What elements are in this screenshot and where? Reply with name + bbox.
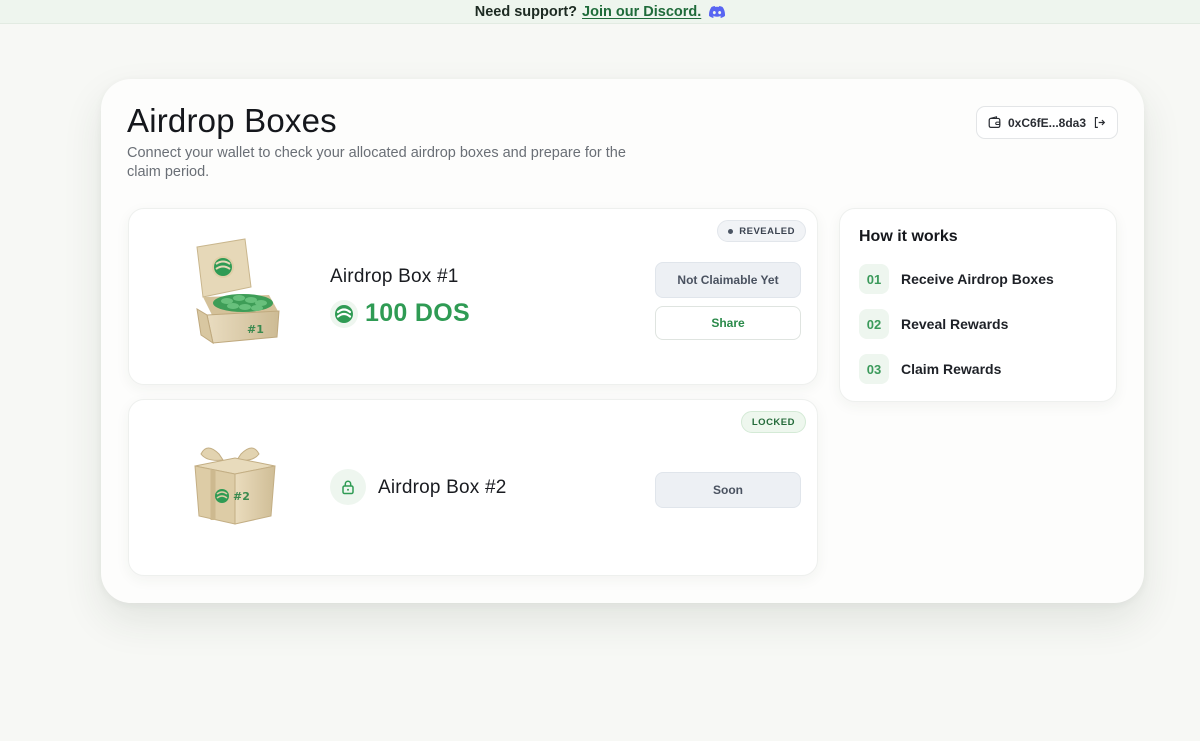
logout-icon[interactable] — [1093, 116, 1106, 129]
status-dot — [728, 228, 734, 234]
step-reveal: 02 Reveal Rewards — [859, 309, 1008, 339]
status-label: LOCKED — [751, 416, 795, 428]
claim-button[interactable]: Not Claimable Yet — [655, 262, 801, 298]
support-banner: Need support? Join our Discord. — [0, 0, 1200, 24]
wallet-icon — [988, 116, 1001, 128]
status-badge-locked: LOCKED — [740, 411, 806, 433]
gift-box-image: #2 — [194, 447, 276, 525]
box-art-label: #1 — [247, 323, 264, 336]
wallet-address: 0xC6fE...8da3 — [1007, 115, 1087, 130]
reward-amount-row: 100 DOS — [330, 299, 470, 328]
airdrop-panel: Airdrop Boxes Connect your wallet to che… — [101, 79, 1144, 603]
discord-link[interactable]: Join our Discord. — [582, 4, 701, 20]
step-receive: 01 Receive Airdrop Boxes — [859, 264, 1054, 294]
step-claim: 03 Claim Rewards — [859, 354, 1001, 384]
step-number: 01 — [859, 264, 889, 294]
step-label: Reveal Rewards — [901, 316, 1009, 332]
status-label: REVEALED — [739, 225, 795, 237]
box-art-label: #2 — [233, 490, 250, 503]
open-box-image: #1 — [196, 238, 280, 345]
status-badge-revealed: REVEALED — [717, 220, 806, 242]
airdrop-box-card-2: LOCKED #2 Airdrop Box #2 Soon — [128, 399, 818, 576]
how-it-works-title: How it works — [859, 228, 958, 245]
step-number: 02 — [859, 309, 889, 339]
support-text: Need support? — [474, 3, 578, 20]
box-title: Airdrop Box #2 — [378, 477, 507, 498]
reward-amount: 100 DOS — [365, 299, 470, 327]
step-number: 03 — [859, 354, 889, 384]
soon-button[interactable]: Soon — [655, 472, 801, 508]
step-label: Receive Airdrop Boxes — [901, 271, 1054, 287]
wallet-button[interactable]: 0xC6fE...8da3 — [976, 106, 1118, 139]
page-title: Airdrop Boxes — [127, 102, 337, 139]
airdrop-box-card-1: REVEALED #1 Airdrop Box #1 100 DOS Not C… — [128, 208, 818, 385]
page-subtitle: Connect your wallet to check your alloca… — [127, 145, 626, 180]
share-button[interactable]: Share — [655, 306, 801, 340]
dos-token-icon — [330, 299, 358, 328]
lock-icon — [330, 469, 366, 505]
box-title: Airdrop Box #1 — [330, 266, 459, 287]
step-label: Claim Rewards — [901, 361, 1002, 377]
discord-icon[interactable] — [709, 5, 726, 18]
how-it-works-card: How it works 01 Receive Airdrop Boxes 02… — [839, 208, 1117, 402]
